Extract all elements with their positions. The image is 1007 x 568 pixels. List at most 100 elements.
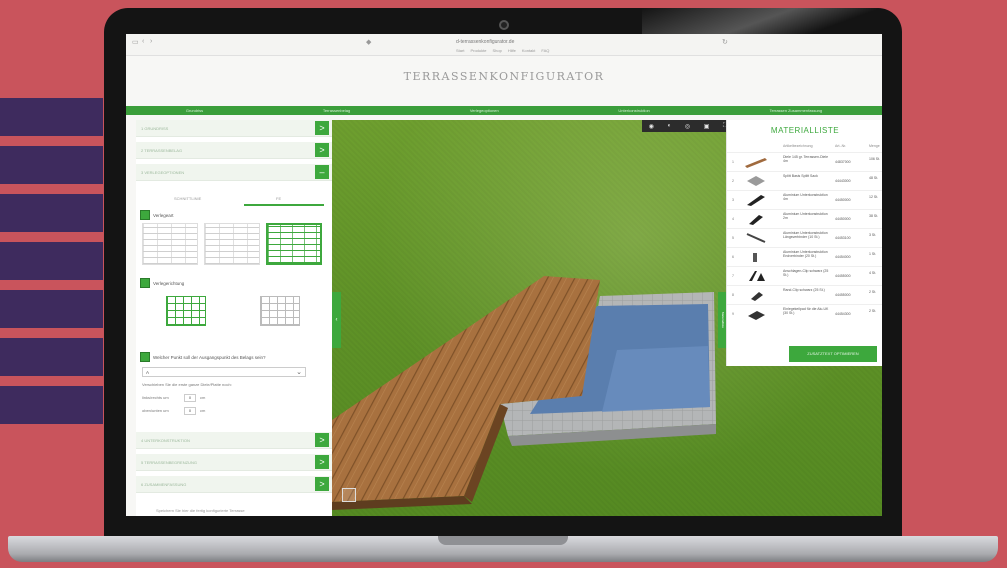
material-row: 5 Aluminium Unterkonstruktion Längsverbi… (727, 228, 882, 247)
material-article: 44455000 (835, 274, 851, 278)
row-number: 7 (732, 274, 734, 278)
material-name: Aluminium Unterkonstruktion Endverbinder… (783, 250, 828, 259)
decorative-stripe (0, 98, 103, 136)
section-ausgangspunkt: Welcher Punkt soll der Ausgangspunkt des… (140, 352, 266, 362)
material-name: Aluminium Unterkonstruktion Längsverbind… (783, 231, 828, 240)
material-row: 4 Aluminium Unterkonstruktion 2m 4445000… (727, 209, 882, 228)
back-icon[interactable]: ‹ (142, 38, 144, 45)
offset-right-unit: cm (200, 395, 206, 400)
webcam-icon (499, 20, 509, 30)
sidebar-toggle-icon[interactable]: ▭ (132, 38, 139, 46)
tab-schnittlinie[interactable]: SCHNITTLINIE (174, 196, 201, 201)
row-number: 5 (732, 236, 734, 240)
expand-button[interactable]: > (315, 433, 329, 447)
main-nav: Grundriss Terrassenbelag Verlegeoptionen… (126, 106, 882, 115)
nav-item-unterkonstruktion[interactable]: Unterkonstruktion (618, 108, 649, 113)
tab-fe[interactable]: FE (276, 196, 281, 201)
nav-item-zusammenfassung[interactable]: Terrassen Zusammenfassung (769, 108, 822, 113)
collapse-sidebar-handle[interactable]: ‹ (332, 292, 341, 348)
collapse-button[interactable]: – (315, 165, 329, 179)
decorative-stripe (0, 242, 103, 280)
expand-button[interactable]: > (315, 455, 329, 469)
material-name: Einlegekeilpad für die Alu-UK (30 St.) (783, 307, 829, 316)
column-header: Artikelbezeichnung (783, 144, 813, 148)
page-title: TERRASSENKONFIGURATOR (403, 70, 605, 83)
beam-thumbnail (747, 195, 765, 206)
nav-item-terrassenbelag[interactable]: Terrassenbelag (323, 108, 350, 113)
step-row-begrenzung[interactable]: 5 TERRASSENBEGRENZUNG > (136, 454, 332, 471)
viewport-toolbar: ◉ ◐ ◎ ▣ ⛶ (642, 120, 734, 132)
row-number: 1 (732, 160, 734, 164)
camera-icon[interactable]: ◉ (649, 123, 654, 130)
expand-button[interactable]: > (315, 121, 329, 135)
row-number: 3 (732, 198, 734, 202)
laptop-notch (438, 536, 568, 545)
site-link[interactable]: Produkte (470, 48, 486, 53)
material-article: 44454000 (835, 255, 851, 259)
material-row: 8 Rand-Clip schwarz (25 St.) 44455000 2 … (727, 285, 882, 304)
site-link[interactable]: Shop (492, 48, 501, 53)
nav-item-verlegeoptionen[interactable]: Verlegeoptionen (470, 108, 499, 113)
step-row-grundriss[interactable]: 1 GRUNDRISS > (136, 120, 332, 137)
shield-icon: ◆ (366, 39, 372, 46)
plank-thumbnail (745, 158, 767, 168)
select-value: A (146, 370, 150, 375)
section-verlegerichtung: Verlegerichtung (140, 278, 184, 288)
material-qty: 12 St. (869, 195, 879, 199)
expand-button[interactable]: > (315, 477, 329, 491)
row-number: 4 (732, 217, 734, 221)
material-row: 9 Einlegekeilpad für die Alu-UK (30 St.)… (727, 304, 882, 323)
nav-item-grundriss[interactable]: Grundriss (186, 108, 203, 113)
direction-option-1-selected[interactable] (166, 296, 206, 326)
beam-thumbnail (749, 215, 763, 225)
pattern-option-3-selected[interactable] (266, 223, 322, 265)
step-row-zusammenfassung[interactable]: 6 ZUSAMMENFASSUNG > (136, 476, 332, 493)
section-number-icon (140, 210, 150, 220)
row-number: 8 (732, 293, 734, 297)
forward-icon[interactable]: › (150, 38, 152, 45)
step-row-terrassenbelag[interactable]: 2 TERRASSENBELAG > (136, 142, 332, 159)
material-name: Anschlagen-Clip schwarz (25 St.) (783, 269, 829, 278)
material-name: Aluminium Unterkonstruktion 2m (783, 212, 828, 221)
end-connector-thumbnail (753, 253, 757, 262)
material-row: 7 Anschlagen-Clip schwarz (25 St.) 44455… (727, 266, 882, 285)
step-row-unterkonstruktion[interactable]: 4 UNTERKONSTRUKTION > (136, 432, 332, 449)
decorative-stripe (0, 146, 103, 184)
step-label: 3 VERLEGEOPTIONEN (141, 170, 185, 175)
start-point-select[interactable]: A ⌄ (142, 367, 306, 377)
site-link[interactable]: Kontakt (522, 48, 536, 53)
expand-button[interactable]: > (315, 143, 329, 157)
pattern-option-2[interactable] (204, 223, 260, 265)
save-icon[interactable]: ▣ (704, 123, 710, 130)
offset-down-unit: cm (200, 408, 206, 413)
offset-note: Verschieben Sie die erste ganze Diele/Pl… (142, 382, 232, 387)
view-icon[interactable]: ◎ (685, 123, 690, 130)
material-article: 44450000 (835, 217, 851, 221)
optimize-button[interactable]: ZUSATZTEXT OPTIMIEREN (789, 346, 877, 362)
material-list-title: MATERIALLISTE (770, 126, 840, 135)
site-link[interactable]: Start (456, 48, 464, 53)
pool-floor (602, 346, 710, 412)
site-link[interactable]: FAQ (541, 48, 549, 53)
material-name: Aluminium Unterkonstruktion 4m (783, 193, 828, 202)
step-label: 2 TERRASSENBELAG (141, 148, 183, 153)
material-row: 1 Diele 145 gr. Terrassen-Diele 4m 44837… (727, 152, 882, 171)
pattern-option-1[interactable] (142, 223, 198, 265)
section-verlegeart: Verlegeart (140, 210, 174, 220)
offset-right-input[interactable]: 0 (184, 394, 196, 402)
decorative-stripe (0, 338, 103, 376)
direction-option-2[interactable] (260, 296, 300, 326)
address-bar[interactable]: d-terrassenkonfigurator.de (456, 39, 514, 45)
step-row-verlegeoptionen[interactable]: 3 VERLEGEOPTIONEN – (136, 164, 332, 181)
offset-down-input[interactable]: 0 (184, 407, 196, 415)
offset-down-label: oben/unten um (142, 408, 169, 413)
eye-icon[interactable]: ◐ (668, 123, 672, 129)
decorative-stripe (0, 386, 103, 424)
material-list-panel: MATERIALLISTE Artikelbezeichnung Art.-Nr… (726, 120, 882, 366)
material-row: 3 Aluminium Unterkonstruktion 4m 4445000… (727, 190, 882, 209)
site-link[interactable]: Hilfe (508, 48, 516, 53)
material-qty: 2 St. (869, 290, 877, 294)
view-reset-button[interactable] (342, 488, 356, 502)
gravel-thumbnail (747, 176, 765, 186)
reload-icon[interactable]: ↻ (722, 38, 728, 46)
